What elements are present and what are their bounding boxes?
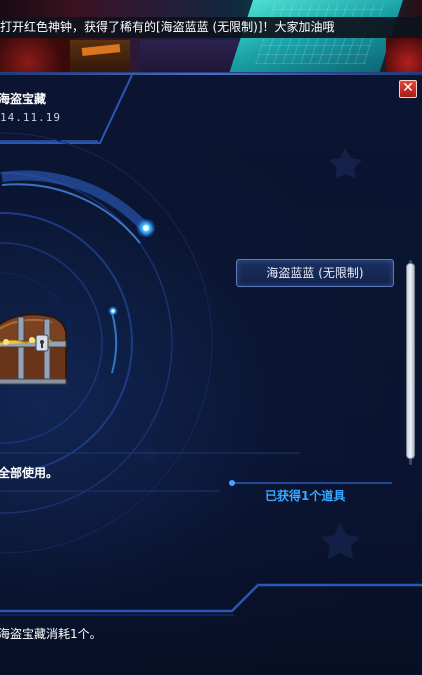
- game-world-backdrop: [0, 0, 422, 80]
- treasure-chest-icon: [0, 313, 67, 385]
- close-button[interactable]: ✕: [399, 80, 417, 98]
- game-screen: 打开红色神钟，获得了稀有的[海盗蓝蓝 (无限制)]！大家加油哦 海盗宝藏 14.…: [0, 0, 422, 675]
- scrollbar-thumb[interactable]: [406, 263, 415, 459]
- reward-list-scrollbar[interactable]: [406, 260, 415, 465]
- dialog-date: 14.11.19: [0, 111, 61, 124]
- treasure-dialog: 海盗宝藏 14.11.19 ✕ 海盗蓝蓝 (无限制) 全部使用。 已获得1个道具…: [0, 72, 422, 675]
- dialog-title: 海盗宝藏: [0, 92, 47, 106]
- use-all-text: 全部使用。: [0, 466, 59, 480]
- reward-item-slot[interactable]: 海盗蓝蓝 (无限制): [236, 259, 394, 287]
- close-icon: ✕: [402, 80, 414, 96]
- obtained-count-text: 已获得1个道具: [265, 489, 346, 503]
- broadcast-message: 打开红色神钟，获得了稀有的[海盗蓝蓝 (无限制)]！大家加油哦: [0, 17, 422, 38]
- consumption-note: 海盗宝藏消耗1个。: [0, 627, 102, 641]
